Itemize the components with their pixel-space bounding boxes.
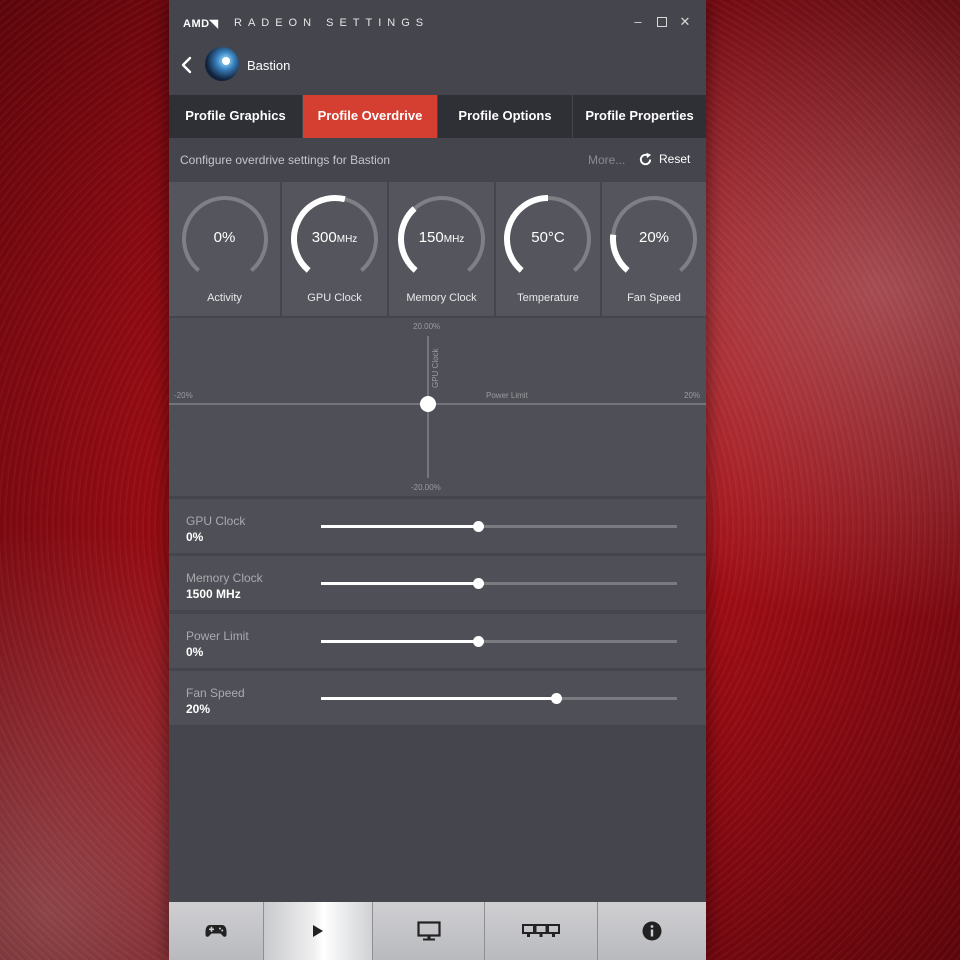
app-title: RADEON SETTINGS bbox=[234, 17, 430, 29]
config-bar: Configure overdrive settings for Bastion… bbox=[169, 138, 706, 182]
profile-name: Bastion bbox=[247, 58, 291, 73]
bottom-nav bbox=[169, 902, 706, 960]
profile-avatar bbox=[205, 47, 239, 81]
nav-video-button[interactable] bbox=[264, 902, 373, 960]
gauge-memory-clock-value: 150MHz bbox=[418, 229, 465, 246]
gauge-gpu-clock: 300MHz GPU Clock bbox=[282, 182, 387, 316]
gauge-activity: 0% Activity bbox=[169, 182, 280, 316]
tab-bar: Profile Graphics Profile Overdrive Profi… bbox=[169, 95, 706, 138]
close-button[interactable]: ✕ bbox=[677, 14, 693, 30]
nav-eyefinity-button[interactable] bbox=[485, 902, 598, 960]
graph-y-axis-label: GPU Clock bbox=[431, 348, 440, 388]
eyefinity-icon bbox=[522, 924, 560, 937]
slider-row-gpu-clock: GPU Clock 0% bbox=[169, 499, 706, 553]
slider-memory-clock-value: 1500 MHz bbox=[186, 587, 241, 601]
slider-memory-clock-label: Memory Clock bbox=[186, 571, 263, 585]
gauge-memory-clock-label: Memory Clock bbox=[406, 292, 477, 304]
display-icon bbox=[416, 921, 441, 941]
slider-fan-speed-label: Fan Speed bbox=[186, 686, 245, 700]
graph-control-point[interactable] bbox=[420, 396, 436, 412]
tab-profile-properties[interactable]: Profile Properties bbox=[573, 95, 706, 138]
graph-y-min-label: -20.00% bbox=[411, 483, 441, 492]
maximize-button[interactable] bbox=[654, 14, 670, 30]
gauge-memory-clock: 150MHz Memory Clock bbox=[389, 182, 494, 316]
graph-x-axis bbox=[169, 403, 706, 405]
slider-fan-speed-value: 20% bbox=[186, 702, 211, 716]
slider-gpu-clock-value: 0% bbox=[186, 530, 204, 544]
slider-fan-speed-track[interactable] bbox=[321, 693, 677, 704]
gauge-temperature: 50°C Temperature bbox=[496, 182, 600, 316]
gauge-fan-speed: 20% Fan Speed bbox=[602, 182, 706, 316]
more-link[interactable]: More... bbox=[588, 153, 625, 167]
slider-gpu-clock-thumb[interactable] bbox=[472, 521, 484, 532]
info-icon bbox=[642, 921, 662, 941]
slider-row-fan-speed: Fan Speed 20% bbox=[169, 671, 706, 725]
slider-row-memory-clock: Memory Clock 1500 MHz bbox=[169, 556, 706, 610]
slider-gpu-clock-track[interactable] bbox=[321, 521, 677, 532]
gauge-fan-speed-value: 20% bbox=[638, 229, 670, 246]
slider-gpu-clock-label: GPU Clock bbox=[186, 514, 246, 528]
slider-row-power-limit: Power Limit 0% bbox=[169, 614, 706, 668]
gauge-activity-value: 0% bbox=[213, 229, 236, 246]
reset-label: Reset bbox=[659, 152, 691, 166]
gauge-gpu-clock-label: GPU Clock bbox=[307, 292, 362, 304]
slider-memory-clock-thumb[interactable] bbox=[472, 578, 484, 589]
gauge-temperature-label: Temperature bbox=[517, 292, 579, 304]
refresh-icon bbox=[639, 152, 652, 165]
tab-profile-options[interactable]: Profile Options bbox=[438, 95, 573, 138]
radeon-settings-window: AMD◥ RADEON SETTINGS – ✕ Bastion Profile… bbox=[169, 0, 706, 960]
graph-y-max-label: 20.00% bbox=[413, 322, 441, 331]
minimize-button[interactable]: – bbox=[630, 14, 646, 30]
slider-power-limit-value: 0% bbox=[186, 645, 204, 659]
nav-gaming-button[interactable] bbox=[169, 902, 264, 960]
nav-system-button[interactable] bbox=[598, 902, 706, 960]
gauge-panel: 0% Activity 300MHz GPU Clock 150MHz Memo… bbox=[169, 182, 706, 316]
gauge-fan-speed-label: Fan Speed bbox=[627, 292, 681, 304]
play-icon bbox=[313, 925, 323, 937]
back-arrow-icon[interactable] bbox=[179, 55, 195, 75]
title-bar: AMD◥ RADEON SETTINGS – ✕ bbox=[169, 0, 706, 46]
slider-power-limit-thumb[interactable] bbox=[472, 636, 484, 647]
gauge-gpu-clock-value: 300MHz bbox=[311, 229, 358, 246]
nav-display-button[interactable] bbox=[373, 902, 485, 960]
graph-x-axis-label: Power Limit bbox=[486, 391, 528, 400]
tab-profile-graphics[interactable]: Profile Graphics bbox=[169, 95, 303, 138]
amd-logo: AMD◥ bbox=[183, 18, 219, 30]
gauge-activity-label: Activity bbox=[207, 292, 242, 304]
slider-power-limit-track[interactable] bbox=[321, 636, 677, 647]
overdrive-graph[interactable]: 20.00% -20.00% -20% 20% Power Limit GPU … bbox=[169, 318, 706, 496]
graph-x-max-label: 20% bbox=[684, 391, 701, 400]
slider-power-limit-label: Power Limit bbox=[186, 629, 249, 643]
gauge-temperature-value: 50°C bbox=[531, 229, 565, 246]
tab-profile-overdrive[interactable]: Profile Overdrive bbox=[303, 95, 438, 138]
reset-button[interactable]: Reset bbox=[638, 150, 690, 168]
slider-memory-clock-track[interactable] bbox=[321, 578, 677, 589]
graph-x-min-label: -20% bbox=[174, 391, 193, 400]
gamepad-icon bbox=[205, 925, 227, 937]
config-description: Configure overdrive settings for Bastion bbox=[180, 153, 391, 167]
slider-fan-speed-thumb[interactable] bbox=[550, 693, 562, 704]
